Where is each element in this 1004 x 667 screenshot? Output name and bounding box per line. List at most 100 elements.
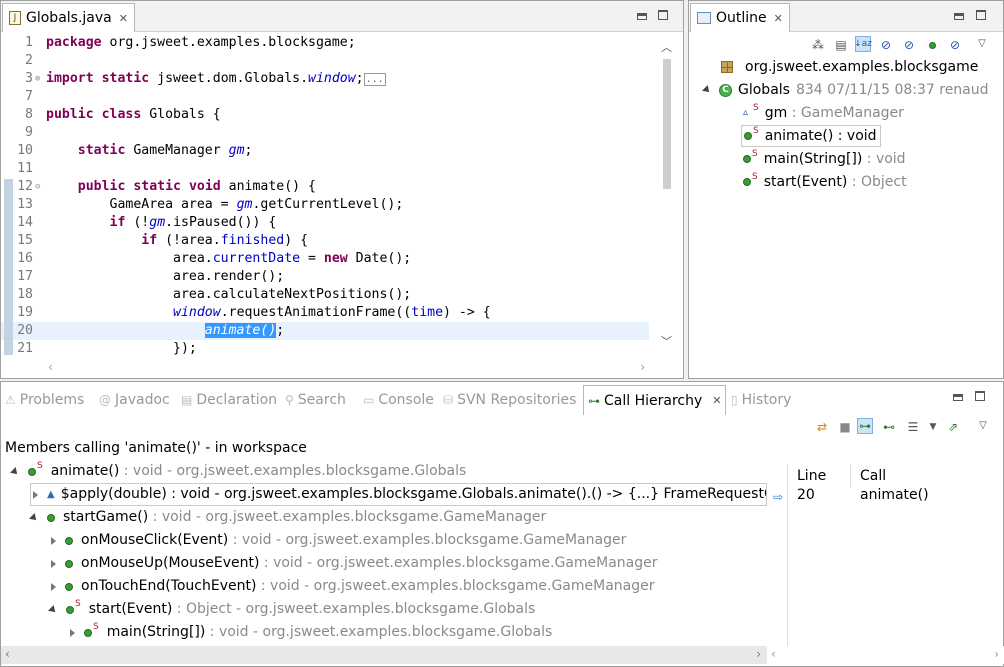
view-menu-icon[interactable]: ▽ bbox=[975, 417, 991, 433]
history-dropdown-icon[interactable]: ▼ bbox=[925, 419, 941, 435]
focus-icon[interactable]: ▤ bbox=[833, 37, 849, 53]
tab-outline[interactable]: Outline ✕ bbox=[690, 3, 790, 32]
column-header-call[interactable]: Call bbox=[860, 464, 886, 488]
scroll-right-icon[interactable]: › bbox=[994, 647, 999, 661]
code-line[interactable]: 1 package org.jsweet.examples.blocksgame; bbox=[1, 34, 649, 52]
tab-declaration[interactable]: ▤ Declaration bbox=[181, 385, 277, 415]
code-line[interactable]: 18 area.calculateNextPositions(); bbox=[1, 286, 649, 304]
tab-globals-java[interactable]: J Globals.java ✕ bbox=[2, 3, 135, 32]
call-hierarchy-item[interactable]: onMouseUp(MouseEvent) : void - org.jswee… bbox=[49, 552, 658, 575]
call-hierarchy-item[interactable]: Sanimate() : void - org.jsweet.examples.… bbox=[10, 460, 466, 483]
tab-svn-repositories[interactable]: ⛁ SVN Repositories bbox=[443, 385, 576, 415]
collapsed-icon[interactable] bbox=[51, 582, 56, 591]
call-hierarchy-item[interactable]: onTouchEnd(TouchEvent) : void - org.jswe… bbox=[49, 575, 655, 598]
code-line[interactable]: 3 ⊕ import static jsweet.dom.Globals.windo… bbox=[1, 70, 649, 88]
history-list-icon[interactable]: ☰ bbox=[905, 419, 921, 435]
outline-member[interactable]: Smain(String[]) : void bbox=[743, 148, 906, 170]
scroll-thumb[interactable] bbox=[663, 59, 671, 189]
code-line[interactable]: 7 bbox=[1, 88, 649, 106]
editor-vertical-scrollbar[interactable]: ︿ ﹀ bbox=[649, 33, 683, 359]
expanded-icon[interactable] bbox=[10, 466, 20, 477]
call-hierarchy-item[interactable]: Smain(String[]) : void - org.jsweet.exam… bbox=[68, 621, 552, 644]
close-icon[interactable]: ✕ bbox=[119, 12, 128, 25]
outline-member[interactable]: Sanimate() : void bbox=[741, 125, 881, 147]
line-number: 1 bbox=[25, 35, 33, 50]
expanded-icon[interactable] bbox=[29, 512, 39, 523]
member-name: start(Event) bbox=[763, 174, 848, 190]
pin-view-icon[interactable]: ⇗ bbox=[945, 419, 961, 435]
table-cell-call[interactable]: animate() bbox=[860, 487, 929, 503]
tab-search[interactable]: ⚲ Search bbox=[285, 385, 346, 415]
minimize-button[interactable] bbox=[954, 9, 964, 23]
refresh-icon[interactable]: ⇄ bbox=[814, 419, 830, 435]
minimize-button[interactable] bbox=[637, 9, 647, 23]
close-icon[interactable]: ✕ bbox=[774, 12, 783, 25]
code-line[interactable]: 20 animate(); bbox=[1, 322, 649, 340]
tab-problems[interactable]: ⚠ Problems bbox=[5, 385, 84, 415]
scroll-down-icon[interactable]: ﹀ bbox=[661, 333, 672, 349]
call-hierarchy-item[interactable]: Sstart(Event) : Object - org.jsweet.exam… bbox=[48, 598, 535, 621]
code-line[interactable]: 19 window.requestAnimationFrame((time) -… bbox=[1, 304, 649, 322]
code-line[interactable]: 16 area.currentDate = new Date(); bbox=[1, 250, 649, 268]
outline-member[interactable]: Sstart(Event) : Object bbox=[743, 171, 907, 193]
maximize-button[interactable] bbox=[658, 9, 668, 23]
code-line[interactable]: 21 }); bbox=[1, 340, 649, 358]
collapsed-icon[interactable] bbox=[51, 559, 56, 568]
fold-expand-icon[interactable]: ⊕ bbox=[35, 70, 44, 88]
code-line[interactable]: 13 GameArea area = gm.getCurrentLevel(); bbox=[1, 196, 649, 214]
outline-package[interactable]: org.jsweet.examples.blocksgame bbox=[721, 56, 978, 78]
expanded-icon[interactable] bbox=[48, 604, 58, 615]
outline-member[interactable]: ▵ Sgm : GameManager bbox=[743, 102, 904, 124]
code-line[interactable]: 2 bbox=[1, 52, 649, 70]
collapsed-icon[interactable] bbox=[33, 490, 38, 499]
scroll-left-icon[interactable]: ‹ bbox=[48, 360, 53, 374]
tab-javadoc[interactable]: @ Javadoc bbox=[99, 385, 170, 415]
code-line[interactable]: 9 bbox=[1, 124, 649, 142]
show-callees-icon[interactable]: ⊷ bbox=[881, 419, 897, 435]
hide-fields-icon[interactable]: ⊘ bbox=[878, 37, 894, 53]
fold-collapse-icon[interactable]: ⊖ bbox=[35, 178, 44, 196]
call-hierarchy-item[interactable]: startGame() : void - org.jsweet.examples… bbox=[29, 506, 546, 529]
collapse-all-icon[interactable]: ⁂ bbox=[810, 37, 826, 53]
scroll-up-icon[interactable]: ︿ bbox=[661, 39, 672, 55]
tree-horizontal-scrollbar[interactable]: ‹ › bbox=[1, 646, 767, 664]
collapsed-icon[interactable] bbox=[51, 536, 56, 545]
tab-history[interactable]: ▯ History bbox=[731, 385, 791, 415]
editor-horizontal-scrollbar[interactable]: ‹ › bbox=[46, 358, 649, 378]
hide-static-icon[interactable]: ⊘ bbox=[901, 37, 917, 53]
call-hierarchy-item[interactable]: ▲ $apply(double) : void - org.jsweet.exam… bbox=[30, 483, 767, 506]
code-text: animate(); bbox=[204, 323, 285, 338]
view-menu-icon[interactable]: ▽ bbox=[974, 35, 990, 51]
outline-class[interactable]: C Globals 834 07/11/15 08:37 renaud bbox=[702, 79, 989, 101]
hide-local-types-icon[interactable]: ⊘ bbox=[947, 37, 963, 53]
code-line[interactable]: 15 if (!area.finished) { bbox=[1, 232, 649, 250]
code-line[interactable]: 8 public class Globals { bbox=[1, 106, 649, 124]
close-icon[interactable]: ✕ bbox=[712, 394, 721, 407]
collapsed-imports-icon[interactable]: ... bbox=[363, 73, 386, 86]
minimize-button[interactable] bbox=[953, 390, 963, 404]
scroll-left-icon[interactable]: ‹ bbox=[5, 647, 10, 661]
show-callers-icon[interactable]: ⊶ bbox=[857, 418, 873, 434]
scroll-right-icon[interactable]: › bbox=[640, 360, 645, 374]
table-cell-line[interactable]: 20 bbox=[797, 487, 815, 503]
scroll-left-icon[interactable]: ‹ bbox=[771, 647, 776, 661]
code-line[interactable]: 17 area.render(); bbox=[1, 268, 649, 286]
maximize-button[interactable] bbox=[976, 9, 986, 23]
code-line[interactable]: 12 ⊖ public static void animate() { bbox=[1, 178, 649, 196]
code-editor[interactable]: 1 package org.jsweet.examples.blocksgame;… bbox=[1, 33, 649, 359]
code-line[interactable]: 10 static GameManager gm; bbox=[1, 142, 649, 160]
tab-console[interactable]: ▭ Console bbox=[363, 385, 434, 415]
tab-call-hierarchy[interactable]: ⊶ Call Hierarchy ✕ bbox=[583, 385, 727, 415]
call-hierarchy-item[interactable]: onMouseClick(Event) : void - org.jsweet.… bbox=[49, 529, 626, 552]
code-line[interactable]: 14 if (!gm.isPaused()) { bbox=[1, 214, 649, 232]
expanded-icon[interactable] bbox=[702, 85, 712, 95]
maximize-button[interactable] bbox=[975, 390, 985, 404]
collapsed-icon[interactable] bbox=[70, 628, 75, 637]
hide-nonpublic-icon[interactable] bbox=[924, 37, 940, 53]
sort-alpha-icon[interactable]: ↓az bbox=[854, 36, 872, 52]
scroll-right-icon[interactable]: › bbox=[756, 647, 761, 661]
stop-icon[interactable]: ■ bbox=[837, 419, 853, 435]
table-horizontal-scrollbar[interactable]: ‹ › bbox=[767, 646, 1004, 664]
code-line[interactable]: 11 bbox=[1, 160, 649, 178]
column-header-line[interactable]: Line bbox=[797, 464, 826, 488]
